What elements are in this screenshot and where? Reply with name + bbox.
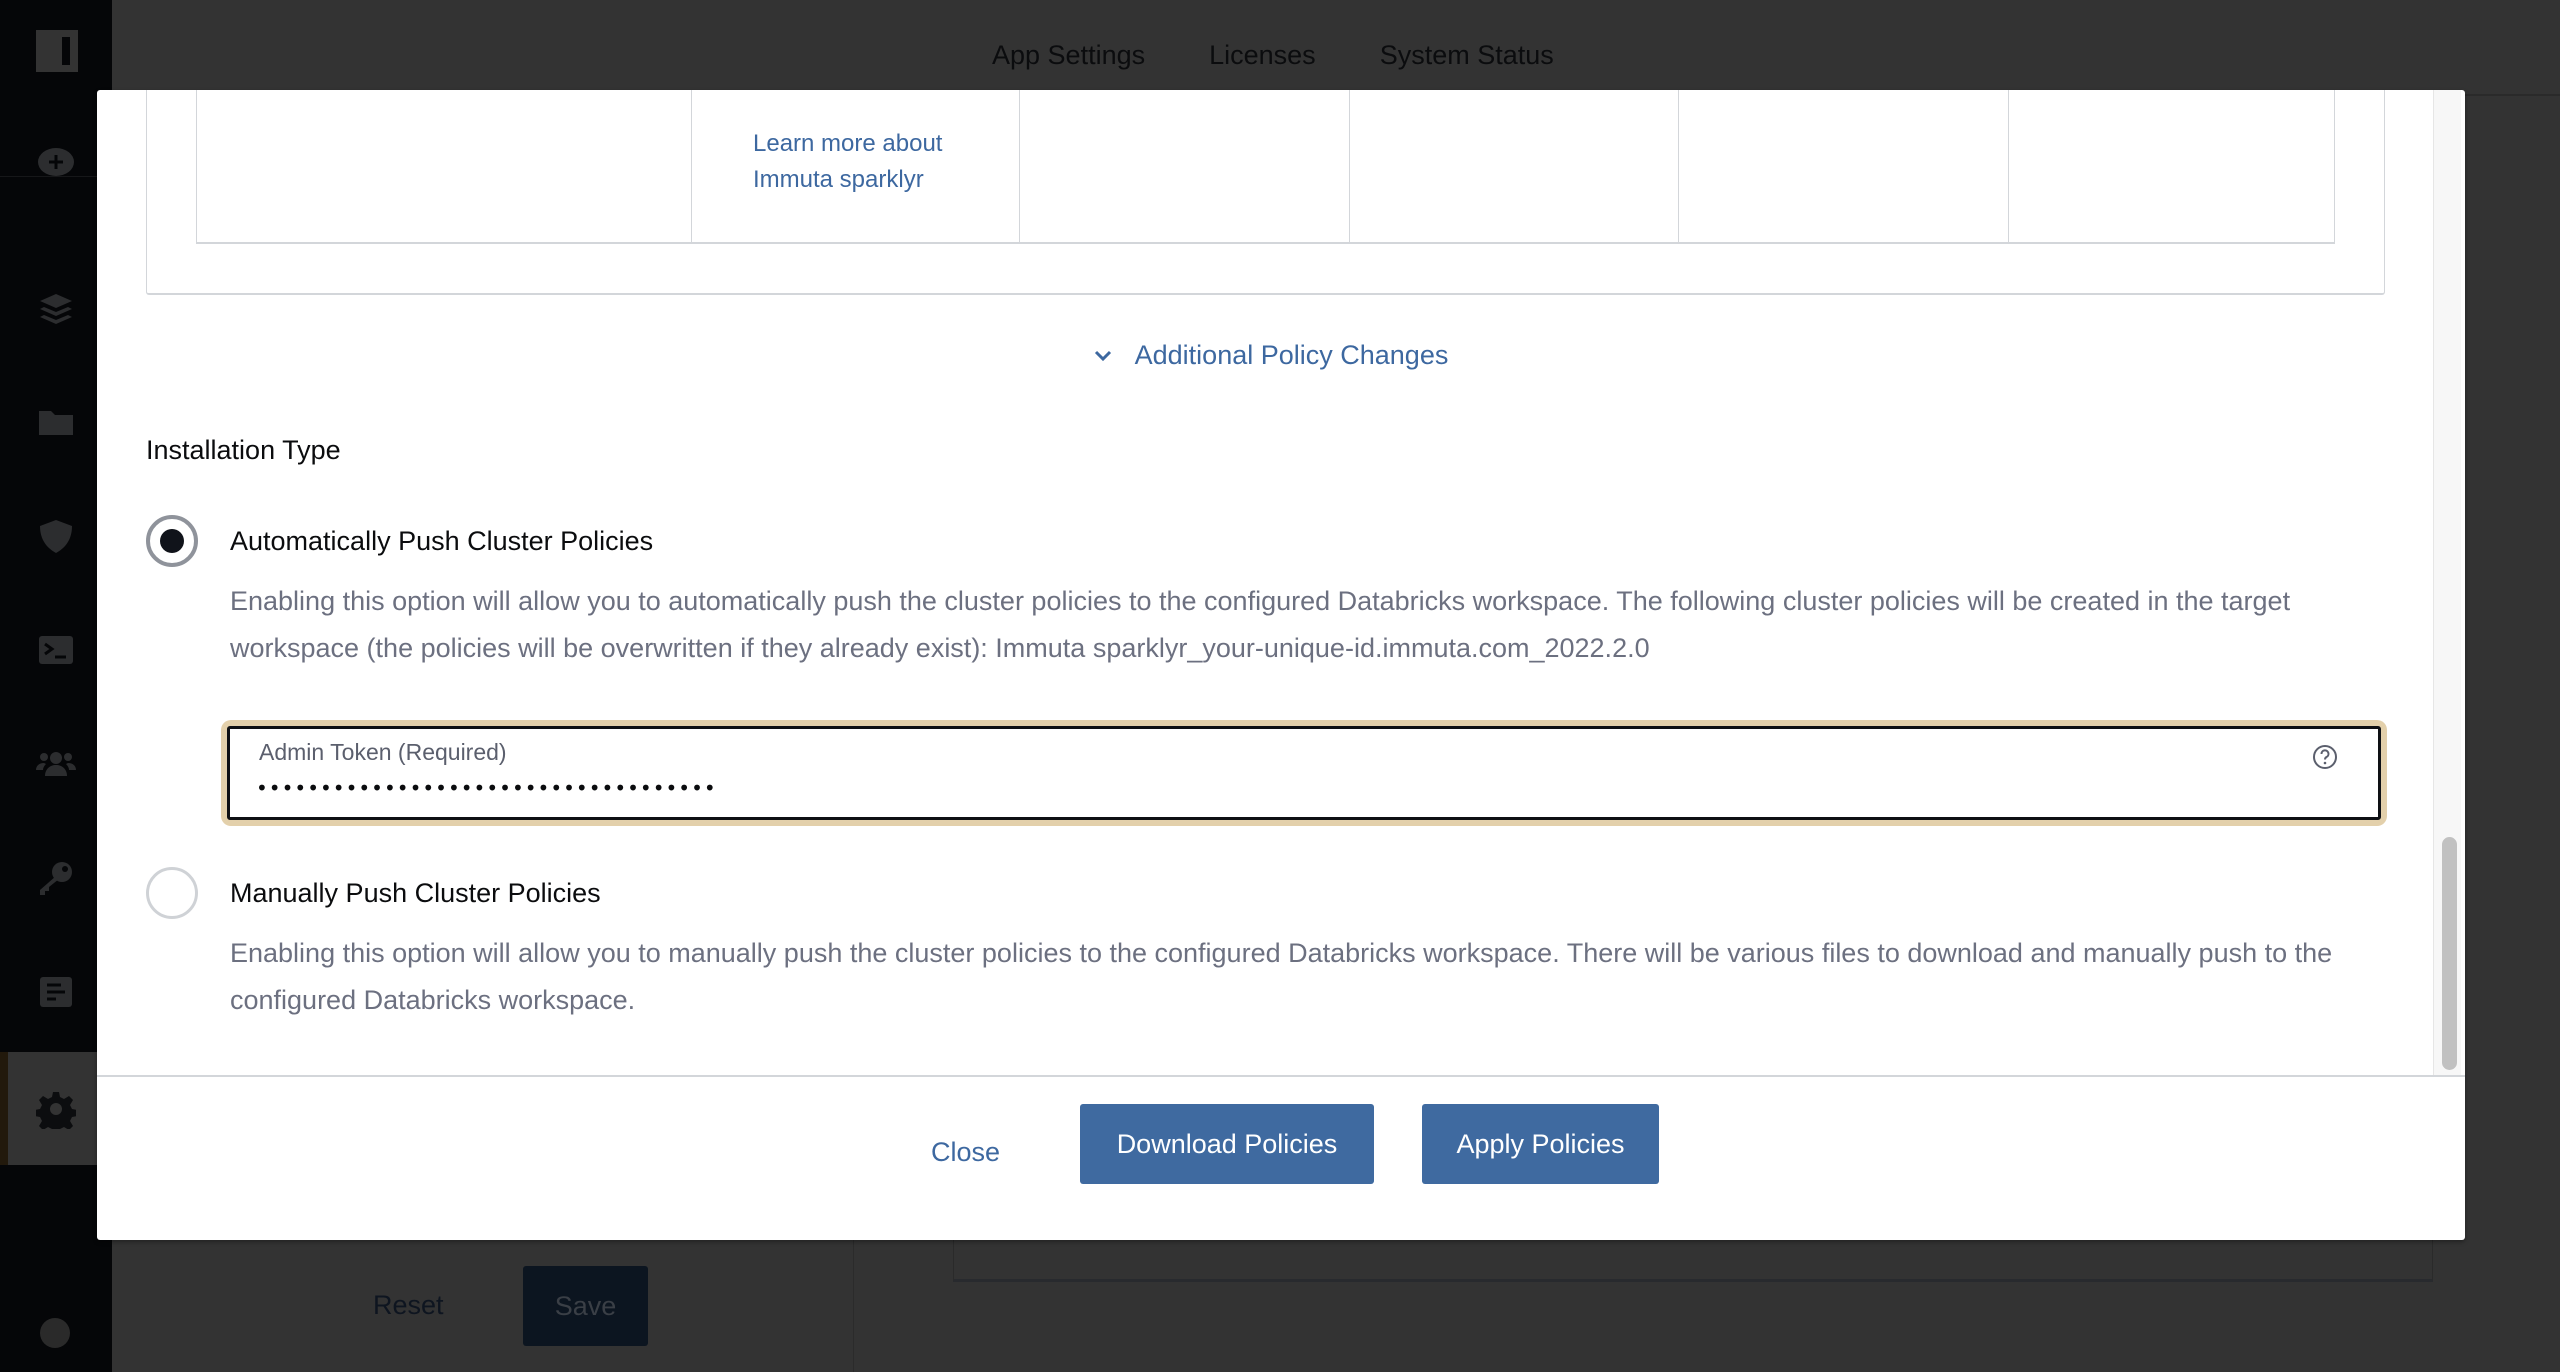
top-bar: App Settings Licenses System Status: [112, 0, 2560, 96]
sidebar-item-data-sources[interactable]: [0, 252, 112, 365]
admin-token-label: Admin Token (Required): [259, 739, 507, 765]
sidebar-divider: [0, 176, 112, 177]
tab-system-status[interactable]: System Status: [1380, 40, 1554, 71]
close-button[interactable]: Close: [931, 1137, 1000, 1168]
installation-type-title: Installation Type: [146, 435, 341, 465]
tab-licenses[interactable]: Licenses: [1209, 40, 1316, 71]
chevron-down-icon: [1094, 350, 1111, 361]
shield-icon: [40, 519, 72, 553]
key-icon: [40, 861, 72, 895]
app-logo[interactable]: [36, 30, 78, 72]
table-cell: [1019, 90, 1349, 242]
sidebar-item-new[interactable]: [0, 105, 112, 218]
modal-scrollbar[interactable]: [2433, 90, 2461, 1075]
gear-icon: [36, 1091, 76, 1129]
top-nav: App Settings Licenses System Status: [992, 40, 1554, 71]
download-policies-button[interactable]: Download Policies: [1080, 1104, 1374, 1184]
manual-push-label[interactable]: Manually Push Cluster Policies: [230, 878, 601, 909]
sidebar-item-keys[interactable]: [0, 821, 112, 934]
save-button[interactable]: Save: [523, 1266, 648, 1346]
table-cell: [2008, 90, 2335, 242]
report-icon: [40, 976, 72, 1007]
help-icon[interactable]: [2312, 744, 2338, 770]
modal-body: Learn more about Immuta sparklyr Additio…: [97, 90, 2432, 1075]
manual-push-radio[interactable]: [146, 867, 198, 919]
sidebar-item-policies[interactable]: [0, 480, 112, 593]
folder-icon: [39, 410, 73, 435]
reset-button[interactable]: Reset: [373, 1290, 444, 1321]
table-cell: [196, 90, 691, 242]
sidebar: [0, 0, 112, 1372]
sidebar-item-query-editor[interactable]: [0, 593, 112, 706]
table-cell: Learn more about Immuta sparklyr: [691, 90, 1019, 242]
users-icon: [36, 751, 76, 776]
additional-policy-changes-toggle[interactable]: Additional Policy Changes: [97, 340, 2432, 371]
admin-token-field: Admin Token (Required): [221, 720, 2387, 826]
terminal-icon: [39, 635, 73, 664]
scrollbar-thumb[interactable]: [2442, 837, 2457, 1070]
auto-push-radio[interactable]: [146, 515, 198, 567]
manual-push-description: Enabling this option will allow you to m…: [230, 938, 2333, 1015]
modal-footer: Close Download Policies Apply Policies: [97, 1075, 2465, 1240]
table-cell: [1349, 90, 1678, 242]
tab-app-settings[interactable]: App Settings: [992, 40, 1145, 71]
table-cell: [1678, 90, 2008, 242]
sidebar-item-people[interactable]: [0, 707, 112, 820]
sidebar-item-settings[interactable]: [0, 1052, 112, 1165]
admin-token-input[interactable]: [256, 773, 2156, 803]
auto-push-label[interactable]: Automatically Push Cluster Policies: [230, 526, 653, 557]
learn-more-sparklyr-link[interactable]: Learn more about Immuta sparklyr: [753, 126, 983, 198]
apply-policies-button[interactable]: Apply Policies: [1422, 1104, 1659, 1184]
sidebar-item-projects[interactable]: [0, 366, 112, 479]
additional-policy-changes-label: Additional Policy Changes: [1134, 340, 1449, 370]
auto-push-description: Enabling this option will allow you to a…: [230, 586, 2291, 663]
arrow-right-circle-icon[interactable]: [40, 1318, 70, 1348]
layers-icon: [40, 293, 72, 324]
policy-table: Learn more about Immuta sparklyr: [196, 90, 2335, 244]
sidebar-item-audit[interactable]: [0, 935, 112, 1048]
cluster-policies-modal: Learn more about Immuta sparklyr Additio…: [97, 90, 2465, 1240]
admin-token-box: Admin Token (Required): [227, 726, 2381, 820]
